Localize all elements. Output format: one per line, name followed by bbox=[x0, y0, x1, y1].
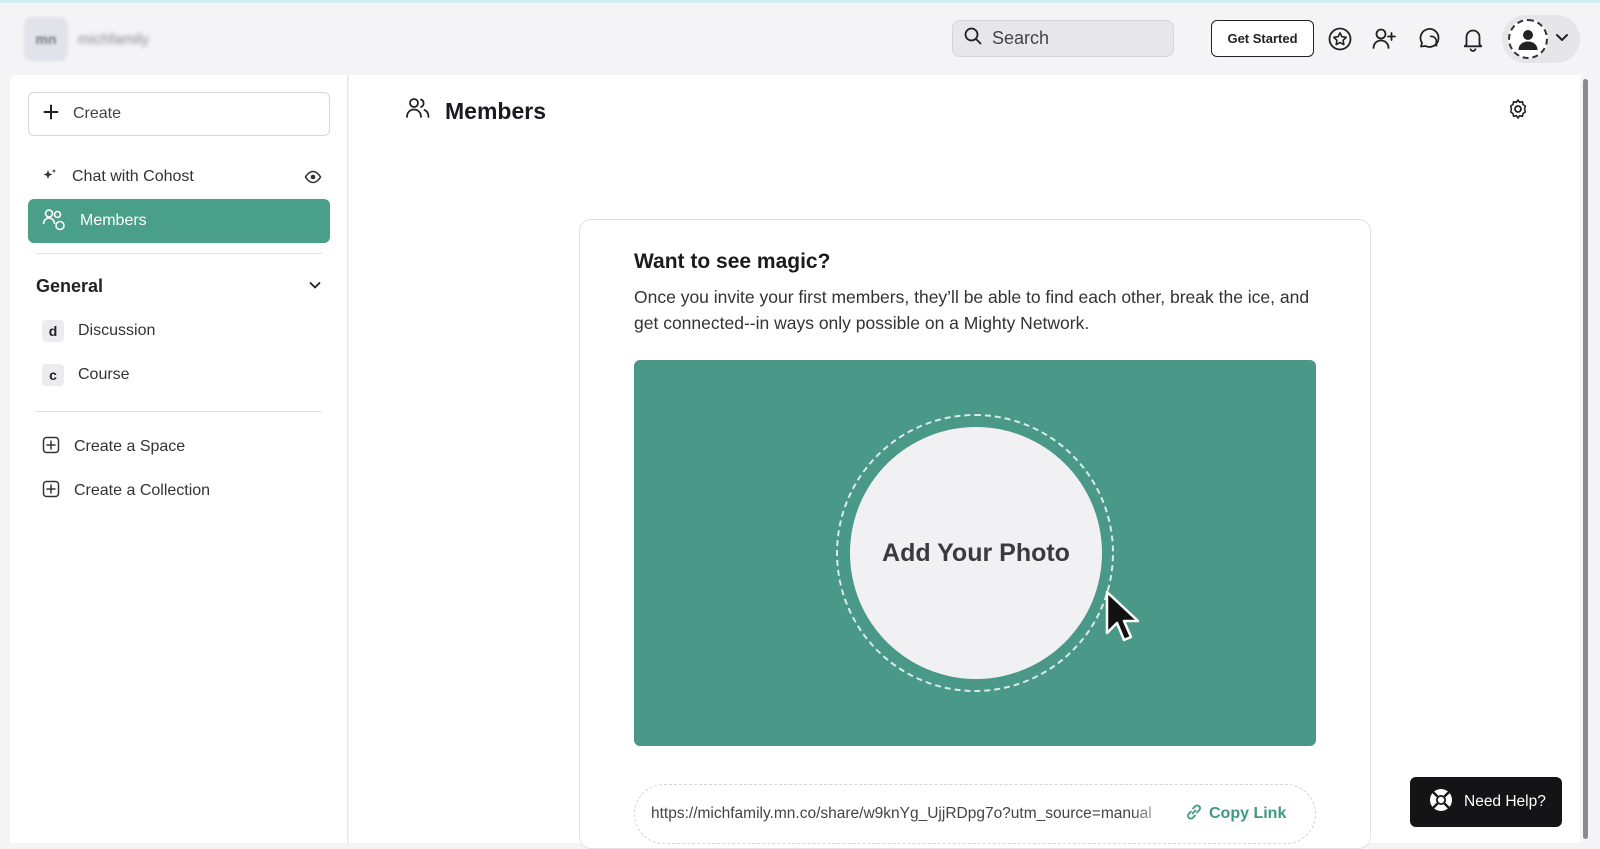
link-icon bbox=[1185, 803, 1203, 826]
create-collection-label: Create a Collection bbox=[74, 482, 211, 499]
sidebar: Create Chat with Cohost Members General … bbox=[10, 75, 348, 843]
sidebar-item-chat-cohost[interactable]: Chat with Cohost bbox=[28, 155, 330, 199]
copy-link-button[interactable]: Copy Link bbox=[1185, 803, 1286, 826]
page-title-text: Members bbox=[445, 97, 546, 124]
sidebar-item-members[interactable]: Members bbox=[28, 199, 330, 243]
chat-bubbles-icon[interactable] bbox=[1415, 25, 1443, 53]
plus-icon bbox=[43, 104, 59, 125]
plus-square-icon bbox=[42, 480, 60, 503]
need-help-button[interactable]: Need Help? bbox=[1410, 777, 1562, 827]
sparkle-icon bbox=[42, 167, 58, 188]
account-menu[interactable] bbox=[1502, 15, 1580, 63]
card-heading: Want to see magic? bbox=[634, 250, 831, 273]
space-label: Discussion bbox=[78, 322, 156, 339]
share-url[interactable]: https://michfamily.mn.co/share/w9knYg_Uj… bbox=[651, 805, 1173, 823]
lifebuoy-icon bbox=[1428, 787, 1454, 818]
plus-square-icon bbox=[42, 436, 60, 459]
sidebar-item-course[interactable]: c Course bbox=[28, 353, 330, 397]
space-badge: d bbox=[42, 320, 64, 342]
sidebar-divider bbox=[36, 411, 322, 412]
sidebar-divider bbox=[36, 253, 322, 254]
section-title: General bbox=[36, 275, 104, 296]
members-label: Members bbox=[80, 212, 147, 229]
add-photo-circle: Add Your Photo bbox=[850, 427, 1102, 679]
section-general-header[interactable]: General bbox=[36, 271, 322, 301]
space-label: Course bbox=[78, 366, 130, 383]
scrollbar[interactable] bbox=[1580, 75, 1590, 843]
top-header: mn michfamily Get Started bbox=[0, 3, 1600, 75]
brand-name: michfamily bbox=[78, 30, 149, 48]
create-space-button[interactable]: Create a Space bbox=[28, 425, 330, 469]
eye-icon[interactable] bbox=[304, 168, 322, 191]
share-link-row: https://michfamily.mn.co/share/w9knYg_Uj… bbox=[634, 784, 1316, 844]
search-icon bbox=[963, 26, 983, 51]
create-button[interactable]: Create bbox=[28, 92, 330, 136]
members-icon bbox=[42, 207, 66, 236]
scrollbar-thumb[interactable] bbox=[1583, 79, 1588, 839]
copy-link-label: Copy Link bbox=[1209, 805, 1287, 822]
bell-icon[interactable] bbox=[1459, 25, 1487, 53]
main-panel: Members Want to see magic? Once you invi… bbox=[349, 75, 1590, 849]
members-icon bbox=[405, 95, 431, 127]
search-box[interactable] bbox=[952, 20, 1174, 57]
create-space-label: Create a Space bbox=[74, 438, 186, 455]
gear-icon[interactable] bbox=[1507, 98, 1529, 125]
magic-banner: Add Your Photo bbox=[634, 360, 1316, 746]
sidebar-item-discussion[interactable]: d Discussion bbox=[28, 309, 330, 353]
avatar-icon bbox=[1508, 19, 1548, 59]
brand[interactable]: mn michfamily bbox=[24, 17, 149, 61]
page-title: Members bbox=[405, 95, 546, 127]
create-collection-button[interactable]: Create a Collection bbox=[28, 469, 330, 513]
search-input[interactable] bbox=[992, 28, 1162, 49]
space-badge: c bbox=[42, 364, 64, 386]
add-person-icon[interactable] bbox=[1370, 25, 1398, 53]
cursor-icon bbox=[1104, 590, 1142, 649]
create-label: Create bbox=[73, 105, 122, 122]
chevron-down-icon bbox=[308, 276, 322, 297]
invite-card: Want to see magic? Once you invite your … bbox=[579, 219, 1371, 849]
chevron-down-icon bbox=[1554, 29, 1570, 50]
need-help-label: Need Help? bbox=[1464, 793, 1546, 810]
star-badge-icon[interactable] bbox=[1326, 25, 1354, 53]
chat-cohost-label: Chat with Cohost bbox=[72, 168, 194, 185]
card-body: Once you invite your first members, they… bbox=[634, 287, 1310, 333]
get-started-button[interactable]: Get Started bbox=[1211, 20, 1314, 57]
brand-logo: mn bbox=[24, 17, 68, 61]
